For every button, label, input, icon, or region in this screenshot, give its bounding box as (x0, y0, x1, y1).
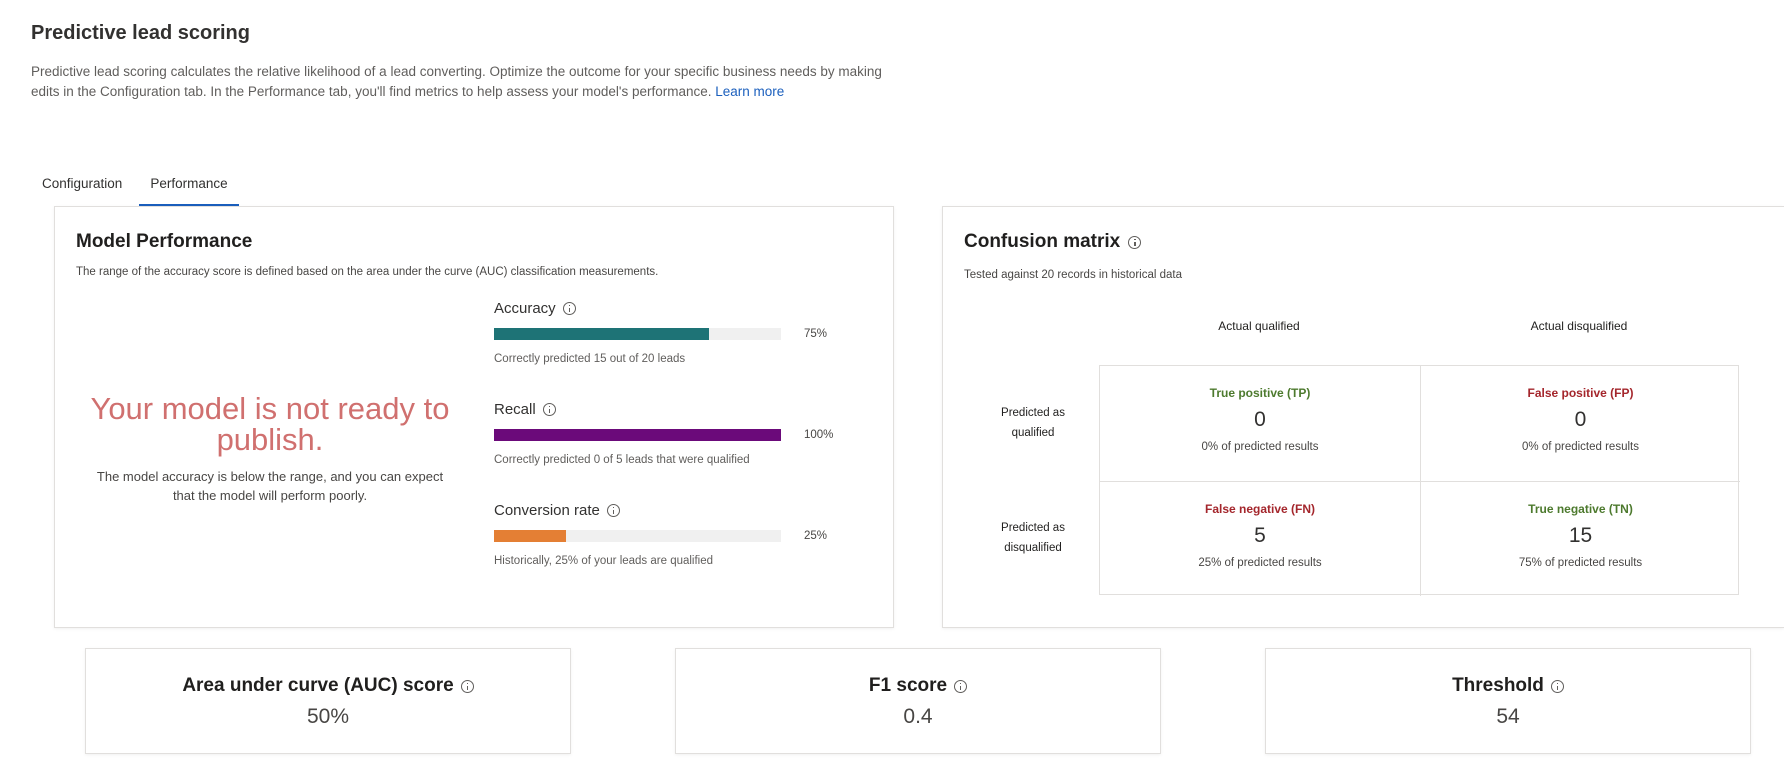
info-icon[interactable] (542, 403, 556, 416)
row-header-predicted-disqualified: Predicted as disqualified (1001, 522, 1065, 554)
metric-conversion-rate: Conversion rate 25% Historically, 25% of… (494, 502, 854, 567)
cell-value: 15 (1568, 524, 1593, 547)
model-performance-subtitle: The range of the accuracy score is defin… (76, 266, 659, 278)
column-header-actual-disqualified: Actual disqualified (1530, 319, 1628, 333)
model-performance-card: Model Performance The range of the accur… (54, 206, 894, 628)
metric-name: Conversion rate (494, 502, 600, 519)
progress-fill (494, 429, 781, 441)
cell-label: False negative (FN) (1204, 502, 1316, 516)
metric-percent: 75% (804, 328, 828, 340)
tab-bar: Configuration Performance (31, 172, 239, 206)
metric-percent: 100% (804, 429, 834, 441)
confusion-matrix-title: Confusion matrix (964, 231, 1142, 253)
info-icon[interactable] (1128, 235, 1142, 249)
stat-name: F1 score (868, 675, 948, 696)
confusion-matrix-card: Confusion matrix Tested against 20 recor… (942, 206, 1784, 628)
cell-label: True negative (TN) (1528, 502, 1633, 516)
cell-note: 25% of predicted results (1198, 557, 1322, 569)
cell-value: 0 (1574, 408, 1587, 431)
stat-name: Threshold (1452, 675, 1544, 696)
metric-note: Correctly predicted 0 of 5 leads that we… (494, 454, 750, 466)
metric-note: Historically, 25% of your leads are qual… (494, 555, 714, 567)
confusion-matrix-title-text: Confusion matrix (964, 231, 1121, 252)
matrix-cell-true-negative: True negative (TN) 15 75% of predicted r… (1420, 481, 1740, 596)
metric-recall: Recall 100% Correctly predicted 0 of 5 l… (494, 401, 854, 466)
info-icon[interactable] (1550, 679, 1564, 693)
metric-percent: 25% (804, 530, 828, 542)
model-status-title: Your model is not ready to publish. (90, 391, 450, 457)
cell-note: 0% of predicted results (1201, 441, 1319, 453)
matrix-cell-true-positive: True positive (TP) 0 0% of predicted res… (1100, 366, 1420, 481)
info-icon[interactable] (460, 679, 474, 693)
progress-track (494, 530, 781, 542)
cell-label: True positive (TP) (1209, 386, 1311, 400)
tab-performance[interactable]: Performance (139, 172, 239, 206)
stat-value: 0.4 (903, 705, 933, 728)
model-performance-title: Model Performance (76, 231, 253, 252)
info-icon[interactable] (562, 302, 576, 315)
confusion-matrix-grid: True positive (TP) 0 0% of predicted res… (1099, 365, 1740, 596)
matrix-cell-false-negative: False negative (FN) 5 25% of predicted r… (1100, 481, 1420, 596)
metric-accuracy: Accuracy 75% Correctly predicted 15 out … (494, 300, 854, 365)
progress-fill (494, 530, 566, 542)
tab-configuration[interactable]: Configuration (31, 172, 133, 206)
metric-note: Correctly predicted 15 out of 20 leads (494, 353, 686, 365)
stat-value: 50% (306, 705, 350, 728)
stat-card-f1: F1 score 0.4 (675, 648, 1161, 754)
page-description: Predictive lead scoring calculates the r… (31, 62, 891, 102)
cell-note: 75% of predicted results (1518, 557, 1643, 569)
confusion-matrix-subtitle: Tested against 20 records in historical … (964, 269, 1182, 281)
column-header-actual-qualified: Actual qualified (1218, 319, 1300, 333)
matrix-cell-false-positive: False positive (FP) 0 0% of predicted re… (1420, 366, 1740, 481)
metric-name: Recall (494, 401, 536, 418)
model-status-description: The model accuracy is below the range, a… (96, 469, 444, 503)
stat-name: Area under curve (AUC) score (182, 675, 454, 696)
progress-track (494, 429, 781, 441)
cell-note: 0% of predicted results (1522, 441, 1639, 453)
cell-value: 0 (1254, 408, 1266, 431)
info-icon[interactable] (606, 504, 620, 517)
progress-fill (494, 328, 710, 340)
cell-label: False positive (FP) (1527, 386, 1634, 400)
progress-track (494, 328, 781, 340)
learn-more-link[interactable]: Learn more (715, 84, 784, 99)
stat-value: 54 (1496, 705, 1520, 728)
row-header-predicted-qualified: Predicted as qualified (1001, 407, 1065, 439)
model-status: Your model is not ready to publish. The … (85, 393, 455, 505)
page-title: Predictive lead scoring (31, 22, 250, 44)
info-icon[interactable] (954, 679, 968, 693)
cell-value: 5 (1254, 524, 1266, 547)
stat-card-auc: Area under curve (AUC) score 50% (85, 648, 571, 754)
stat-card-threshold: Threshold 54 (1265, 648, 1751, 754)
metric-name: Accuracy (494, 300, 556, 317)
